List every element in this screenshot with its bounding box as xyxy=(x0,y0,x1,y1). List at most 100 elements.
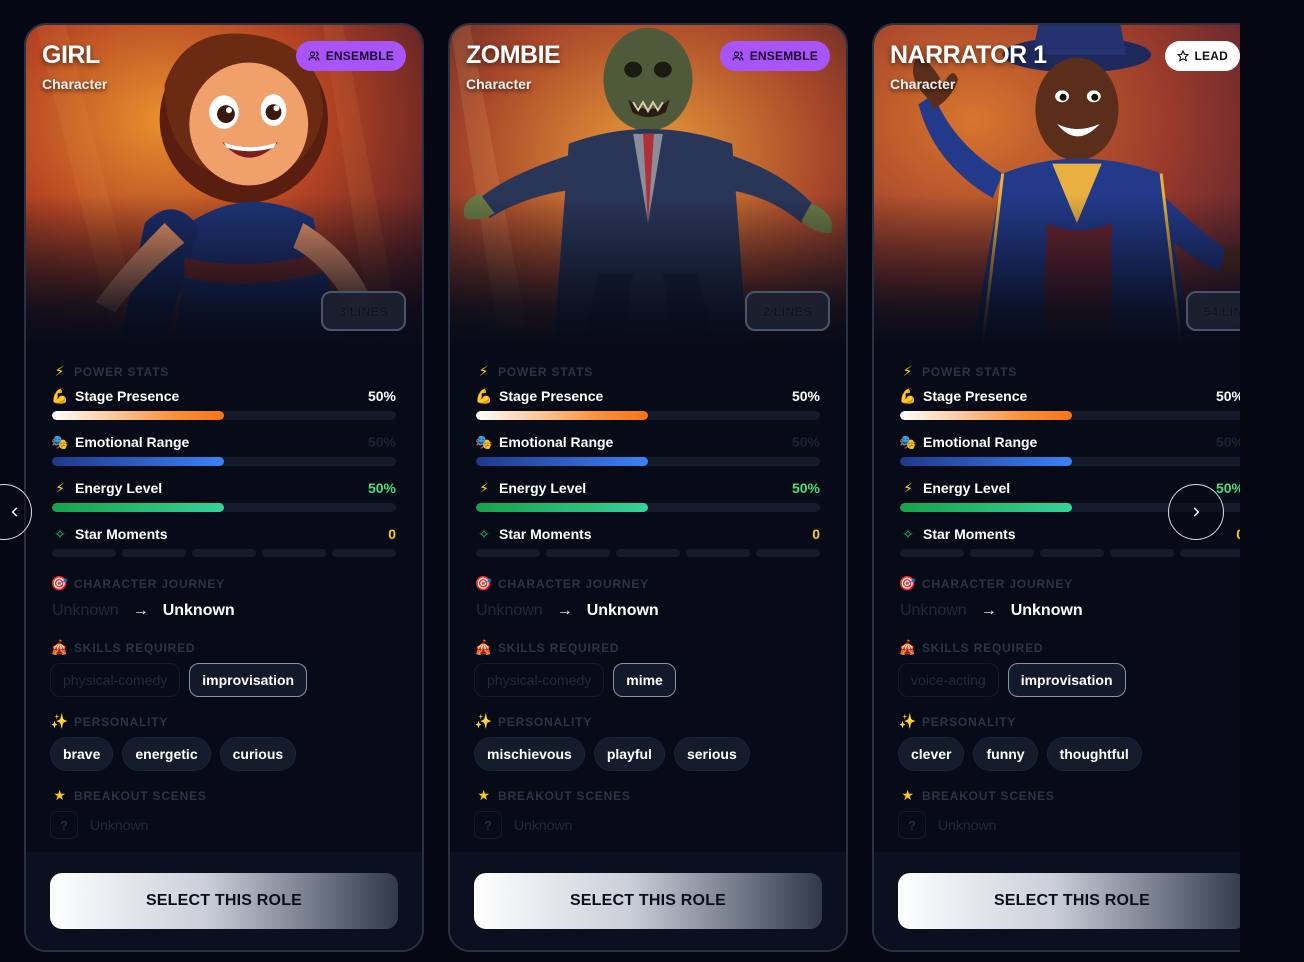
flexed-bicep-icon: 💪 xyxy=(475,387,493,404)
character-name: GIRL xyxy=(42,41,100,69)
personality-tag: energetic xyxy=(122,737,211,771)
flexed-bicep-icon: 💪 xyxy=(51,387,69,404)
emotional-range-bar xyxy=(52,457,396,466)
arrow-right-icon: → xyxy=(132,602,149,619)
theater-masks-icon: 🎭 xyxy=(475,433,493,450)
stat-label: Emotional Range xyxy=(75,434,190,450)
skill-chip[interactable]: physical-comedy xyxy=(50,663,181,697)
star-moments-meter xyxy=(900,549,1240,557)
breakout-scenes-heading: ★ BREAKOUT SCENES xyxy=(477,787,631,803)
arrow-right-icon: → xyxy=(980,602,997,619)
skill-chip[interactable]: physical-comedy xyxy=(474,663,605,697)
select-role-button[interactable]: SELECT THIS ROLE xyxy=(50,873,398,929)
character-portrait: GIRL Character ENSEMBLE 3 LINES xyxy=(26,25,422,345)
skill-chip[interactable]: mime xyxy=(613,663,676,697)
character-type: Character xyxy=(42,76,108,92)
character-journey-heading: 🎯 CHARACTER JOURNEY xyxy=(50,575,225,591)
lightning-icon: ⚡ xyxy=(55,479,65,496)
stat-label: Energy Level xyxy=(75,480,163,496)
stat-label: Energy Level xyxy=(499,480,587,496)
personality-list: brave energetic curious xyxy=(50,737,297,771)
personality-heading: ✨ PERSONALITY xyxy=(898,713,1017,729)
personality-tag: thoughtful xyxy=(1046,737,1142,771)
star-outline-icon xyxy=(1176,50,1189,62)
stat-label: Star Moments xyxy=(499,526,592,542)
lines-count-button[interactable]: 2 LINES xyxy=(744,291,830,331)
question-icon: ? xyxy=(50,811,78,839)
character-name: NARRATOR 1 xyxy=(890,41,1047,69)
emotional-range-bar xyxy=(476,457,820,466)
skills-heading: 🎪 SKILLS REQUIRED xyxy=(898,639,1044,655)
star-moments-meter xyxy=(52,549,396,557)
question-icon: ? xyxy=(474,811,502,839)
personality-list: mischievous playful serious xyxy=(474,737,750,771)
select-role-button[interactable]: SELECT THIS ROLE xyxy=(898,873,1240,929)
card-footer: SELECT THIS ROLE xyxy=(450,852,846,950)
personality-tag: brave xyxy=(50,737,114,771)
emotional-range-value: 50% xyxy=(1215,434,1240,450)
energy-level-value: 50% xyxy=(367,480,396,496)
breakout-scene-item: ? Unknown xyxy=(50,811,148,839)
stage-presence-value: 50% xyxy=(791,388,820,404)
character-type: Character xyxy=(466,76,532,92)
card-footer: SELECT THIS ROLE xyxy=(874,852,1240,950)
star-moments-value: 0 xyxy=(388,526,396,542)
circus-tent-icon: 🎪 xyxy=(898,639,918,655)
chevron-left-icon xyxy=(11,507,18,517)
emotional-range-value: 50% xyxy=(791,434,820,450)
stat-label: Stage Presence xyxy=(499,388,604,404)
stat-label: Star Moments xyxy=(75,526,168,542)
lightning-icon: ⚡ xyxy=(479,479,489,496)
character-name: ZOMBIE xyxy=(466,41,561,69)
chevron-right-icon xyxy=(1193,507,1200,517)
stage-presence-bar xyxy=(476,411,820,420)
personality-tag: playful xyxy=(593,737,665,771)
power-stats-heading: ⚡ POWER STATS xyxy=(900,363,1017,380)
character-type: Character xyxy=(890,76,956,92)
skill-chip[interactable]: voice-acting xyxy=(898,663,999,697)
personality-tag: clever xyxy=(898,737,965,771)
lines-count-button[interactable]: 3 LINES xyxy=(320,291,406,331)
skills-list: physical-comedy mime xyxy=(474,663,676,697)
role-card-girl: GIRL Character ENSEMBLE 3 LINES ⚡ POWER S… xyxy=(24,23,424,952)
character-portrait: NARRATOR 1 Character LEAD 54 LINES xyxy=(874,25,1240,345)
select-role-button[interactable]: SELECT THIS ROLE xyxy=(474,873,822,929)
users-icon xyxy=(732,51,744,61)
emotional-range-value: 50% xyxy=(367,434,396,450)
arrow-right-icon: → xyxy=(556,602,573,619)
character-journey: Unknown → Unknown xyxy=(900,602,1083,619)
carousel-next-button[interactable] xyxy=(1168,484,1224,540)
target-icon: 🎯 xyxy=(474,575,494,591)
skill-chip[interactable]: improvisation xyxy=(189,663,308,697)
star-moments-meter xyxy=(476,549,820,557)
character-portrait: ZOMBIE Character ENSEMBLE 2 LINES xyxy=(450,25,846,345)
lines-count-button[interactable]: 54 LINES xyxy=(1185,291,1240,331)
question-icon: ? xyxy=(898,811,926,839)
star-icon: ★ xyxy=(53,787,67,803)
circus-tent-icon: 🎪 xyxy=(50,639,70,655)
personality-tag: curious xyxy=(219,737,297,771)
skills-heading: 🎪 SKILLS REQUIRED xyxy=(50,639,196,655)
character-journey: Unknown → Unknown xyxy=(476,602,659,619)
users-icon xyxy=(308,51,320,61)
role-badge: ENSEMBLE xyxy=(295,41,406,71)
stage-presence-value: 50% xyxy=(1215,388,1240,404)
role-badge: ENSEMBLE xyxy=(719,41,830,71)
role-badge: LEAD xyxy=(1164,41,1240,71)
power-stats-heading: ⚡ POWER STATS xyxy=(52,363,169,380)
stat-label: Emotional Range xyxy=(499,434,614,450)
stat-label: Emotional Range xyxy=(923,434,1038,450)
emotional-range-bar xyxy=(900,457,1240,466)
stat-label: Stage Presence xyxy=(75,388,180,404)
sparkles-icon: ✨ xyxy=(50,713,70,729)
personality-tag: mischievous xyxy=(474,737,585,771)
energy-level-value: 50% xyxy=(791,480,820,496)
role-card-zombie: ZOMBIE Character ENSEMBLE 2 LINES ⚡ POWER… xyxy=(448,23,848,952)
lightning-icon: ⚡ xyxy=(478,363,490,379)
card-footer: SELECT THIS ROLE xyxy=(26,852,422,950)
stage-presence-bar xyxy=(52,411,396,420)
skill-chip[interactable]: improvisation xyxy=(1007,663,1126,697)
circus-tent-icon: 🎪 xyxy=(474,639,494,655)
sparkle-ring-icon: ✧ xyxy=(54,525,66,542)
target-icon: 🎯 xyxy=(50,575,70,591)
